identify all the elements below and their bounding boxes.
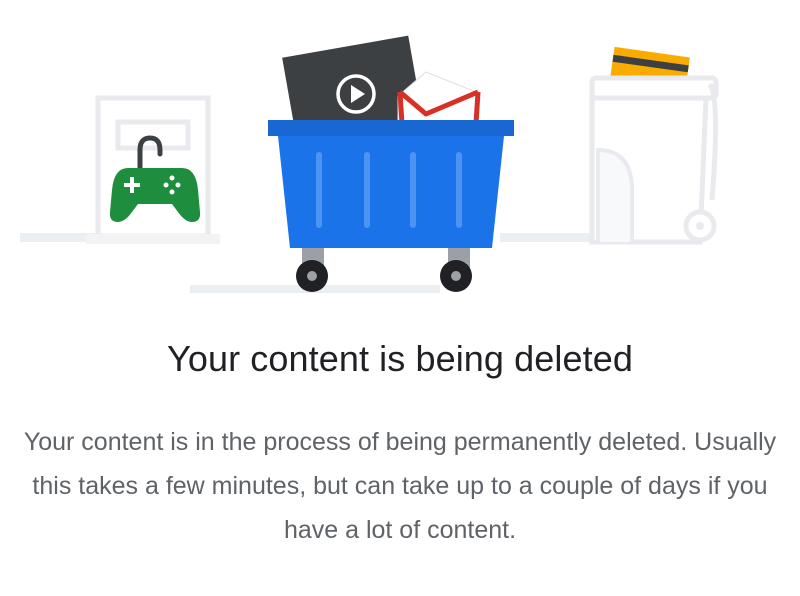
description-text: Your content is in the process of being … xyxy=(23,428,777,544)
trash-can-icon xyxy=(589,75,719,245)
page-title: Your content is being deleted xyxy=(167,338,633,379)
deletion-illustration xyxy=(20,35,719,293)
dumpster-icon xyxy=(268,120,514,292)
